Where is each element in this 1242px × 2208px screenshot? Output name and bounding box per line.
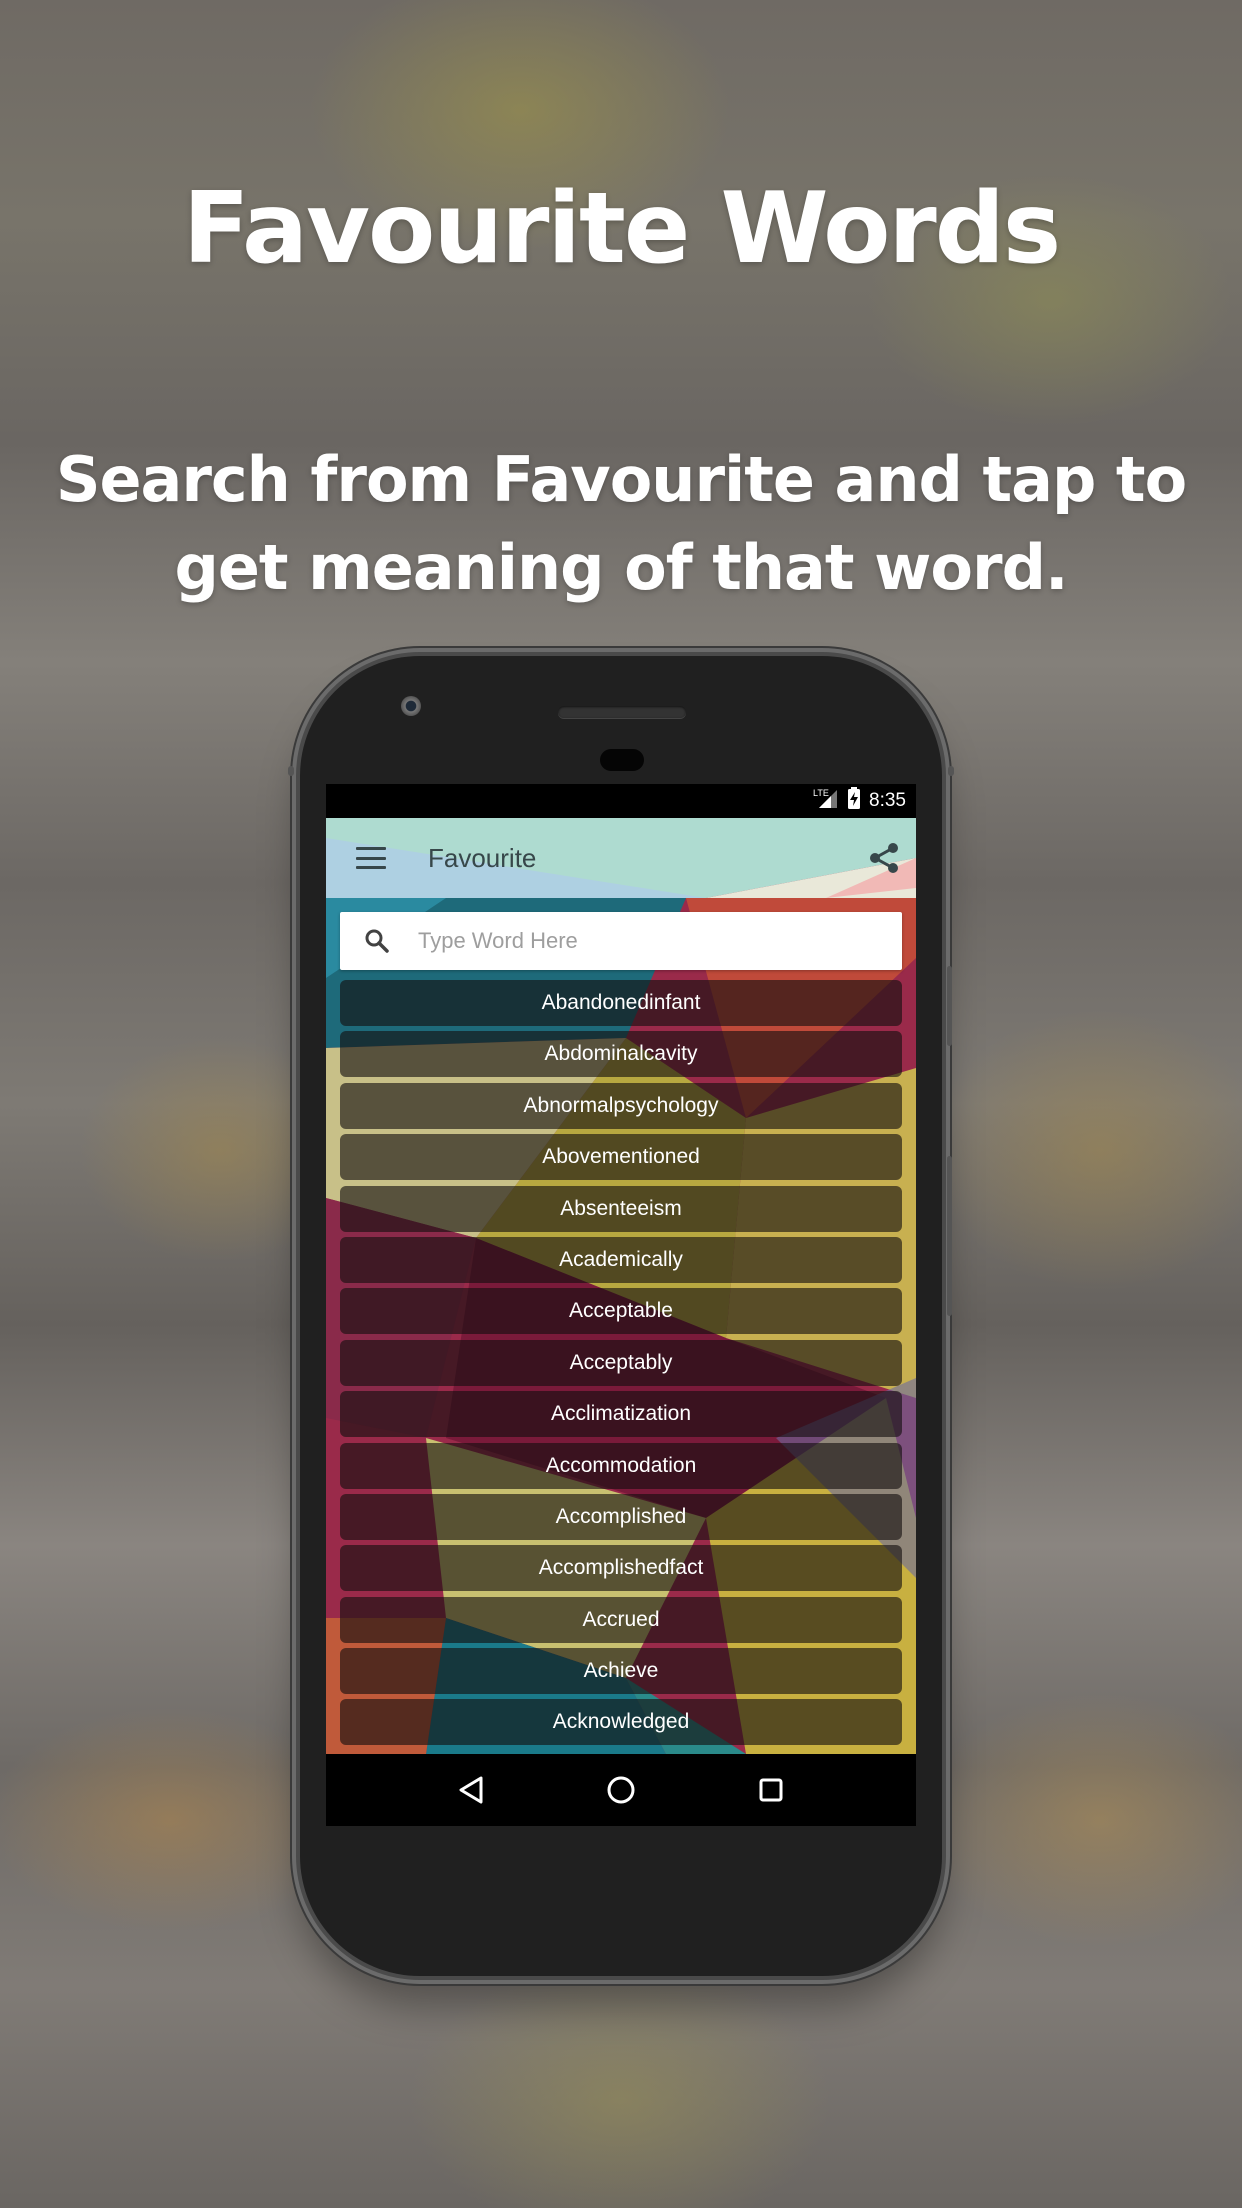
search-bar — [340, 912, 902, 970]
status-bar: LTE 8:35 — [326, 784, 916, 818]
app-toolbar: Favourite — [326, 818, 916, 898]
favourite-word-list: Abandonedinfant Abdominalcavity Abnormal… — [340, 980, 902, 1751]
back-triangle-icon[interactable] — [454, 1773, 488, 1807]
toolbar-title: Favourite — [428, 842, 537, 873]
network-type-label: LTE — [813, 788, 829, 798]
home-circle-icon[interactable] — [604, 1773, 638, 1807]
word-list-item[interactable]: Accomplishedfact — [340, 1545, 902, 1592]
status-time: 8:35 — [869, 790, 906, 811]
search-icon — [365, 929, 389, 953]
word-list-item[interactable]: Abnormalpsychology — [340, 1082, 902, 1129]
word-list-item[interactable]: Accommodation — [340, 1442, 902, 1489]
word-list-item[interactable]: Abdominalcavity — [340, 1031, 902, 1078]
phone-mockup: LTE 8:35 Favourite Type Word Here Abando… — [288, 656, 954, 1976]
word-list-item[interactable]: Accrued — [340, 1596, 902, 1643]
promo-subline: Search from Favourite and tap to get mea… — [55, 443, 1187, 604]
word-list-item[interactable]: Achieve — [340, 1648, 902, 1695]
word-list-item[interactable]: Acceptably — [340, 1339, 902, 1386]
word-list-item[interactable]: Abandonedinfant — [340, 980, 902, 1026]
word-list-item[interactable]: Acknowledged — [340, 1699, 902, 1746]
earpiece-speaker — [558, 706, 686, 718]
system-nav-bar — [326, 1754, 916, 1826]
front-camera — [401, 696, 421, 716]
phone-volume-button — [947, 1156, 952, 1316]
word-list-item[interactable]: Accomplished — [340, 1493, 902, 1540]
phone-power-button — [947, 966, 952, 1046]
cell-signal-icon: LTE — [813, 787, 839, 815]
word-list-item[interactable]: Acclimatization — [340, 1391, 902, 1438]
word-list-item[interactable]: Academically — [340, 1236, 902, 1283]
hamburger-menu-icon[interactable] — [356, 847, 386, 869]
share-icon[interactable] — [866, 840, 902, 876]
phone-screen: LTE 8:35 Favourite Type Word Here Abando… — [326, 784, 916, 1826]
recents-square-icon[interactable] — [754, 1773, 788, 1807]
phone-side-button — [288, 766, 294, 776]
search-input[interactable] — [416, 927, 860, 955]
word-list-item[interactable]: Acceptable — [340, 1288, 902, 1335]
phone-side-button — [948, 766, 954, 776]
promo-headline: Favourite Words — [182, 172, 1061, 286]
battery-charging-icon — [847, 787, 861, 815]
proximity-sensor — [600, 749, 644, 771]
word-list-item[interactable]: Absenteeism — [340, 1185, 902, 1232]
word-list-item[interactable]: Abovementioned — [340, 1134, 902, 1181]
